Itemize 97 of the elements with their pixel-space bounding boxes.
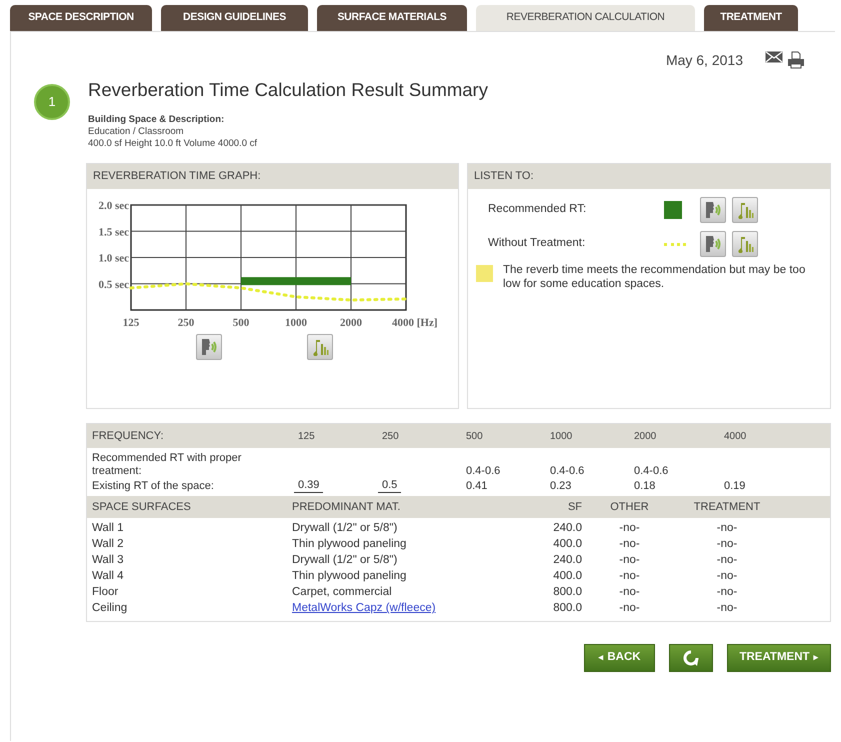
column-header: OTHER [610, 500, 649, 515]
speech-sample-button[interactable] [700, 197, 726, 223]
refresh-icon [682, 649, 700, 667]
column-header: 1000 [550, 430, 572, 444]
x-tick-label: 500 [232, 317, 250, 329]
table-cell: 0.4-0.6 [466, 464, 500, 478]
treatment-button[interactable]: TREATMENT ▸ [727, 644, 831, 672]
speech-sample-button[interactable] [700, 231, 726, 257]
table-cell: 0.4-0.6 [634, 464, 668, 478]
table-cell-text: -no- [716, 601, 738, 616]
music-note-icon [736, 235, 754, 253]
table-cell: 0.19 [724, 479, 746, 493]
speaking-head-icon [704, 201, 722, 219]
music-sample-button[interactable] [732, 231, 758, 257]
table-cell-text: -no- [716, 569, 738, 584]
x-tick-label: 2000 [340, 317, 362, 329]
step-number-badge: 1 [34, 84, 70, 120]
back-button[interactable]: ◂ BACK [584, 644, 655, 672]
tab[interactable]: DESIGN GUIDELINES [161, 5, 308, 31]
legend-label: Without Treatment: [488, 236, 586, 252]
table-cell-text: Drywall (1/2" or 5/8") [292, 521, 398, 536]
table-cell-text: Thin plywood paneling [292, 569, 406, 584]
recommendation-note: The reverb time meets the recommendation but may be too low for some education spaces. [503, 263, 806, 291]
tab[interactable]: REVERBERATION CALCULATION [476, 5, 695, 31]
table-cell: 0.23 [550, 479, 572, 493]
column-header: 500 [466, 430, 483, 444]
page-title: Reverberation Time Calculation Result Summary [88, 78, 488, 102]
printer-icon[interactable] [787, 51, 805, 69]
x-tick-label: 250 [178, 317, 194, 329]
column-header: 2000 [634, 430, 656, 444]
column-header: 4000 [724, 430, 746, 444]
column-header: SPACE SURFACES [92, 500, 191, 515]
section-heading: Building Space & Description: [88, 114, 226, 126]
x-tick-label: 1000 [285, 317, 307, 329]
table-cell-text: -no- [716, 585, 738, 600]
table-cell: 0.4-0.6 [550, 464, 584, 478]
date: May 6, 2013 [666, 50, 743, 70]
tab[interactable]: SURFACE MATERIALS [317, 5, 467, 31]
space-type: Education / Classroom [88, 126, 185, 138]
y-tick-label: 2.0 sec [98, 200, 129, 212]
panel-heading: LISTEN TO: [468, 164, 830, 189]
table-cell-text: 800.0 [553, 601, 582, 616]
music-note-icon [736, 201, 754, 219]
table-cell-text: Wall 3 [92, 553, 124, 568]
row-label: Recommended RT with proper treatment: [92, 452, 242, 478]
music-sample-button[interactable] [732, 197, 758, 223]
table-cell-text: 240.0 [553, 553, 582, 568]
table-cell: 0.18 [634, 479, 656, 493]
refresh-button[interactable] [669, 644, 713, 672]
column-header: 250 [382, 430, 399, 444]
table-cell-text: -no- [619, 553, 640, 568]
table-cell-text: 400.0 [553, 537, 582, 552]
table-cell-text: -no- [716, 521, 738, 536]
table-cell-text: 400.0 [553, 569, 582, 584]
table-cell-text: -no- [619, 537, 640, 552]
x-tick-label: 125 [122, 317, 140, 329]
table-cell-text: Wall 1 [92, 521, 124, 536]
music-sample-button[interactable] [307, 334, 333, 360]
table-cell-text: Wall 4 [92, 569, 124, 584]
tab[interactable]: SPACE DESCRIPTION [10, 5, 152, 31]
value-field[interactable]: 0.39 [294, 478, 324, 493]
column-header: TREATMENT [694, 500, 760, 515]
table-cell-text: -no- [716, 537, 738, 552]
column-header: FREQUENCY: [92, 428, 164, 444]
table-cell: 0.41 [466, 479, 488, 493]
row-label: Existing RT of the space: [92, 480, 215, 493]
tab[interactable]: TREATMENT [704, 5, 798, 31]
table-cell-text: -no- [716, 553, 738, 568]
column-header: 125 [298, 430, 315, 444]
speech-sample-button[interactable] [196, 334, 222, 360]
table-cell-text: 800.0 [553, 585, 582, 600]
table-cell-text: Floor [92, 585, 118, 600]
music-note-icon [311, 338, 329, 356]
y-tick-label: 0.5 sec [98, 278, 129, 291]
y-tick-label: 1.0 sec [98, 252, 129, 264]
x-tick-label: 4000 [Hz] [392, 317, 438, 329]
speaking-head-icon [704, 235, 722, 253]
space-dimensions: 400.0 sf Height 10.0 ft Volume 4000.0 cf [88, 138, 258, 150]
table-cell-text: Carpet, commercial [292, 585, 392, 600]
y-tick-label: 1.5 sec [98, 226, 129, 238]
table-cell-text: 240.0 [553, 521, 582, 536]
speaking-head-icon [200, 338, 218, 356]
material-link[interactable]: MetalWorks Capz (w/fleece) [292, 600, 436, 618]
table-cell-text: -no- [619, 569, 640, 584]
table-cell-text: -no- [619, 585, 640, 600]
table-cell-text: Ceiling [92, 601, 128, 616]
column-header: PREDOMINANT MAT. [292, 500, 400, 515]
table-cell-text: -no- [619, 601, 640, 616]
panel-heading: REVERBERATION TIME GRAPH: [87, 164, 458, 189]
column-header: SF [568, 500, 582, 515]
value-field[interactable]: 0.5 [378, 478, 402, 493]
table-cell-text: Thin plywood paneling [292, 537, 406, 552]
table-cell-text: Drywall (1/2" or 5/8") [292, 553, 398, 568]
legend-label: Recommended RT: [488, 202, 588, 218]
mail-icon[interactable] [765, 51, 783, 63]
table-cell-text: -no- [619, 521, 640, 536]
table-cell-text: Wall 2 [92, 537, 124, 552]
